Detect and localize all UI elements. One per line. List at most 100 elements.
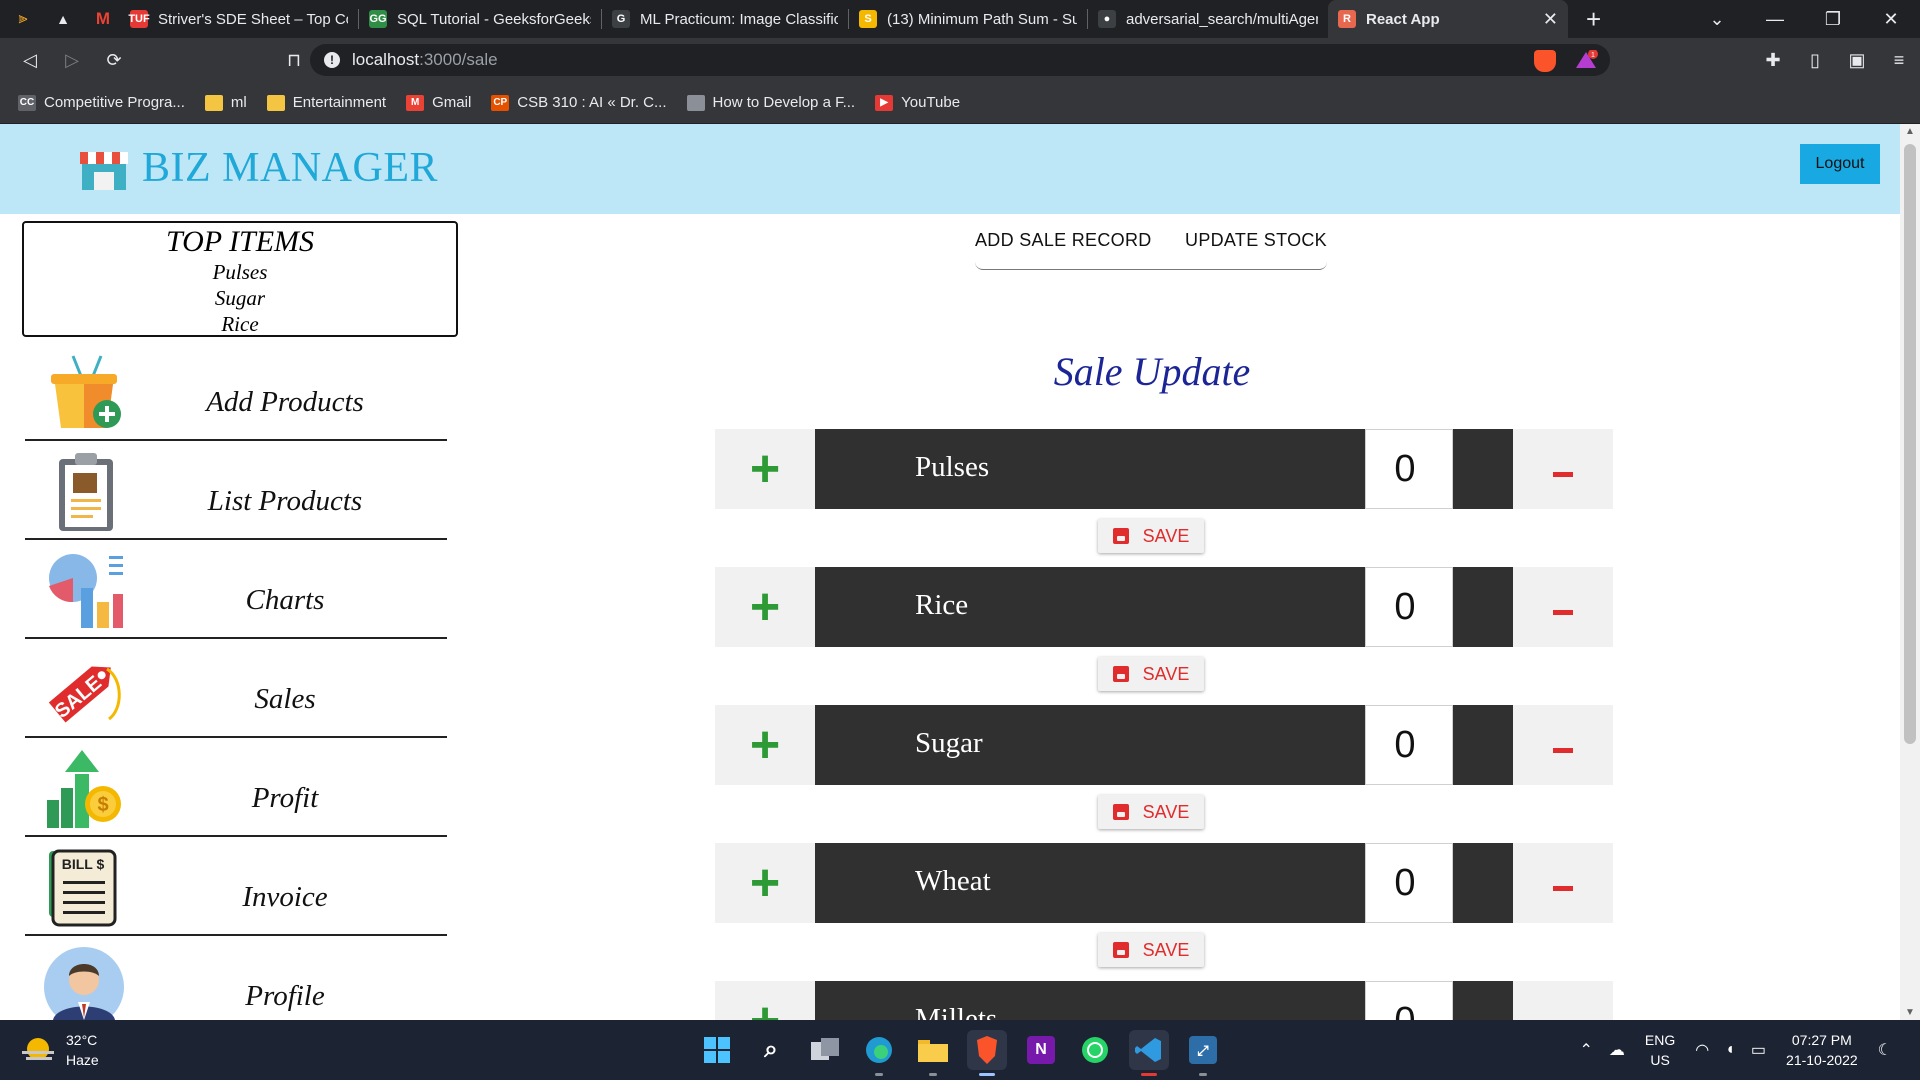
close-window-icon[interactable]: ✕: [1862, 9, 1920, 30]
sidebar-item-profit[interactable]: $ Profit: [25, 738, 447, 837]
wallet-icon[interactable]: ▣: [1836, 50, 1878, 71]
brave-menu-icon[interactable]: ⫸: [6, 10, 40, 28]
brave-shields-icon[interactable]: [1534, 50, 1556, 72]
onedrive-icon[interactable]: ☁: [1609, 1040, 1625, 1060]
save-button[interactable]: SAVE: [1098, 657, 1204, 691]
site-info-icon[interactable]: !: [324, 52, 340, 68]
address-bar[interactable]: ! localhost:3000/sale 1: [310, 44, 1610, 76]
store-logo-icon: [80, 152, 128, 190]
wifi-icon[interactable]: ◠: [1695, 1040, 1709, 1060]
pinned-tab-icon[interactable]: ▲: [46, 11, 80, 27]
sidebar-item-charts[interactable]: Charts: [25, 540, 447, 639]
save-button[interactable]: SAVE: [1098, 795, 1204, 829]
battery-icon[interactable]: ▭: [1751, 1040, 1766, 1060]
vscode-icon[interactable]: [1129, 1030, 1169, 1076]
restore-icon[interactable]: ❐: [1804, 9, 1862, 30]
weather-widget[interactable]: 32°C Haze: [20, 1030, 99, 1070]
start-icon[interactable]: [697, 1030, 737, 1070]
product-bar: Millets 0: [815, 981, 1513, 1020]
increment-button[interactable]: +: [715, 981, 815, 1020]
decrement-button[interactable]: [1513, 981, 1613, 1020]
save-label: SAVE: [1142, 801, 1190, 822]
bookmark-icon[interactable]: ⊓: [276, 50, 312, 71]
extensions-icon[interactable]: ✚: [1752, 50, 1794, 71]
increment-button[interactable]: +: [715, 705, 815, 785]
tab-update-stock[interactable]: UPDATE STOCK: [1185, 230, 1327, 269]
minus-icon: [1553, 747, 1573, 753]
browser-tab[interactable]: G ML Practicum: Image Classific: [602, 0, 848, 38]
quantity-input[interactable]: 0: [1365, 567, 1453, 647]
sidebar-item-sales[interactable]: SALE Sales: [25, 639, 447, 738]
cc-icon: CC: [18, 94, 36, 111]
bookmark-item[interactable]: How to Develop a F...: [686, 94, 855, 111]
product-name: Wheat: [915, 865, 991, 897]
decrement-button[interactable]: [1513, 705, 1613, 785]
brave-rewards-icon[interactable]: 1: [1574, 50, 1598, 70]
file-explorer-icon[interactable]: [913, 1030, 953, 1076]
bookmark-item[interactable]: ml: [204, 94, 247, 111]
bookmark-item[interactable]: ▶ YouTube: [875, 94, 960, 111]
gmail-pinned-icon[interactable]: M: [86, 9, 120, 29]
store-icon: R: [1338, 10, 1356, 28]
top-items-box: TOP ITEMS Pulses Sugar Rice: [22, 221, 458, 337]
minimize-icon[interactable]: —: [1746, 9, 1804, 30]
sidebar-item-profile[interactable]: Profile: [25, 936, 447, 1020]
bookmark-item[interactable]: CC Competitive Progra...: [18, 94, 185, 111]
decrement-button[interactable]: [1513, 429, 1613, 509]
tab-add-sale-record[interactable]: ADD SALE RECORD: [975, 230, 1152, 269]
tab-search-icon[interactable]: ⌄: [1688, 9, 1746, 30]
whatsapp-icon[interactable]: [1075, 1030, 1115, 1070]
scroll-down-icon[interactable]: ▼: [1900, 1007, 1920, 1018]
product-name: Pulses: [915, 451, 990, 483]
search-icon[interactable]: ⌕: [751, 1030, 791, 1070]
decrement-button[interactable]: [1513, 567, 1613, 647]
quantity-input[interactable]: 0: [1365, 705, 1453, 785]
save-button[interactable]: SAVE: [1098, 519, 1204, 553]
bill-icon: BILL $: [49, 849, 117, 927]
sidebar-icon[interactable]: ▯: [1794, 50, 1836, 71]
decrement-button[interactable]: [1513, 843, 1613, 923]
logout-button[interactable]: Logout: [1800, 144, 1880, 184]
sidebar-item-invoice[interactable]: BILL $ Invoice: [25, 837, 447, 936]
volume-icon[interactable]: ◖: [1725, 1041, 1735, 1059]
save-disk-icon: [1112, 804, 1129, 820]
browser-tab[interactable]: R React App ✕: [1328, 0, 1568, 38]
back-icon[interactable]: ◁: [12, 50, 48, 71]
system-tray: ⌃ ☁ ENG US ◠ ◖ ▭ 07:27 PM 21-10-2022 ☾: [1572, 1028, 1900, 1072]
increment-button[interactable]: +: [715, 429, 815, 509]
quantity-input[interactable]: 0: [1365, 429, 1453, 509]
quantity-input[interactable]: 0: [1365, 981, 1453, 1020]
tray-overflow-icon[interactable]: ⌃: [1580, 1040, 1593, 1060]
remote-desktop-icon[interactable]: ⤢: [1183, 1030, 1223, 1076]
bookmark-label: YouTube: [901, 94, 961, 111]
quantity-input[interactable]: 0: [1365, 843, 1453, 923]
brave-icon[interactable]: [967, 1030, 1007, 1076]
scroll-up-icon[interactable]: ▲: [1900, 126, 1920, 137]
browser-tab[interactable]: GG SQL Tutorial - GeeksforGeeks: [359, 0, 601, 38]
tab-close-icon[interactable]: ✕: [1533, 9, 1558, 30]
sidebar-item-label: Profit: [251, 782, 319, 814]
scroll-thumb[interactable]: [1904, 144, 1916, 744]
bookmark-item[interactable]: Entertainment: [266, 94, 386, 111]
bookmark-item[interactable]: CP CSB 310 : AI « Dr. C...: [491, 94, 667, 111]
edge-icon[interactable]: [859, 1030, 899, 1076]
save-button[interactable]: SAVE: [1098, 933, 1204, 967]
language-indicator[interactable]: ENG US: [1645, 1030, 1675, 1070]
increment-button[interactable]: +: [715, 843, 815, 923]
task-view-icon[interactable]: [805, 1030, 845, 1070]
increment-button[interactable]: +: [715, 567, 815, 647]
onenote-icon[interactable]: N: [1021, 1030, 1061, 1070]
new-tab-icon[interactable]: +: [1586, 4, 1601, 35]
weather-desc: Haze: [66, 1052, 99, 1068]
browser-tab[interactable]: S (13) Minimum Path Sum - Sub: [849, 0, 1087, 38]
bookmark-item[interactable]: M Gmail: [406, 94, 471, 111]
forward-icon[interactable]: ▷: [54, 50, 90, 71]
clock[interactable]: 07:27 PM 21-10-2022: [1786, 1030, 1858, 1070]
browser-tab[interactable]: TUF Striver's SDE Sheet – Top Codi: [120, 0, 358, 38]
page-scrollbar[interactable]: ▲ ▼: [1900, 124, 1920, 1020]
menu-icon[interactable]: ≡: [1878, 50, 1920, 71]
browser-tab[interactable]: ● adversarial_search/multiAgent: [1088, 0, 1328, 38]
sidebar-item-list-products[interactable]: List Products: [25, 441, 447, 540]
reload-icon[interactable]: ⟳: [96, 50, 132, 71]
notifications-icon[interactable]: ☾: [1878, 1040, 1892, 1060]
